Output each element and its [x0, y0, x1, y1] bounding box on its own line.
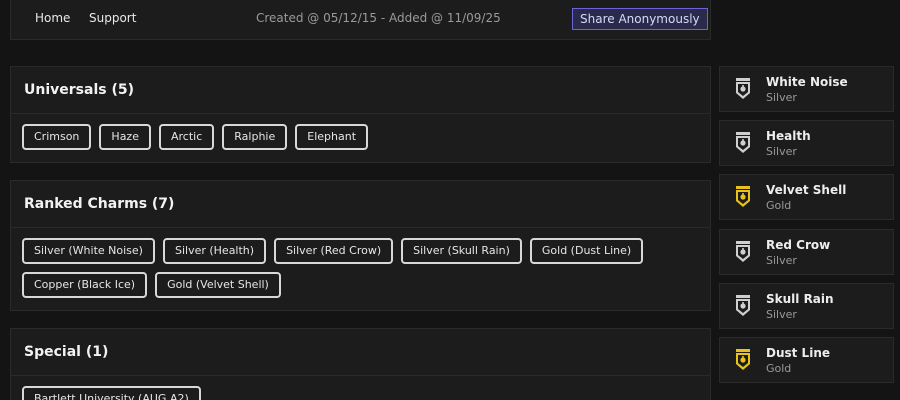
rank-shield-icon — [735, 78, 751, 104]
universals-title: Universals (5) — [11, 67, 710, 114]
charm-tier: Gold — [766, 199, 792, 212]
special-chip[interactable]: Bartlett University (AUG A2) — [22, 386, 201, 400]
special-title: Special (1) — [11, 329, 710, 376]
ranked-charms-list: Silver (White Noise) Silver (Health) Sil… — [11, 228, 710, 306]
special-list: Bartlett University (AUG A2) — [11, 376, 710, 400]
rank-shield-icon — [735, 132, 751, 158]
universal-chip[interactable]: Haze — [99, 124, 151, 150]
ranked-charms-panel: Ranked Charms (7) Silver (White Noise) S… — [10, 180, 711, 311]
charm-name: Velvet Shell — [766, 183, 847, 197]
charm-name: Dust Line — [766, 346, 831, 360]
rank-shield-icon — [735, 241, 751, 267]
charm-name: White Noise — [766, 75, 848, 89]
special-panel: Special (1) Bartlett University (AUG A2) — [10, 328, 711, 400]
charm-card[interactable]: Health Silver — [719, 120, 894, 166]
universal-chip[interactable]: Ralphie — [222, 124, 288, 150]
universals-list: Crimson Haze Arctic Ralphie Elephant — [11, 114, 710, 158]
rank-shield-icon — [735, 186, 751, 212]
ranked-charm-chip[interactable]: Silver (Health) — [162, 238, 267, 264]
ranked-charm-chip[interactable]: Gold (Velvet Shell) — [155, 272, 281, 298]
universal-chip[interactable]: Elephant — [295, 124, 369, 150]
charm-name: Red Crow — [766, 238, 831, 252]
nav-support-link[interactable]: Support — [89, 11, 136, 25]
created-date-text: Created @ 05/12/15 - Added @ 11/09/25 — [256, 11, 501, 25]
charm-tier: Silver — [766, 91, 797, 104]
charm-card[interactable]: Skull Rain Silver — [719, 283, 894, 329]
ranked-charm-chip[interactable]: Copper (Black Ice) — [22, 272, 148, 298]
charm-card[interactable]: Red Crow Silver — [719, 229, 894, 275]
ranked-charm-chip[interactable]: Silver (Red Crow) — [274, 238, 394, 264]
charm-card[interactable]: White Noise Silver — [719, 66, 894, 112]
charm-name: Health — [766, 129, 811, 143]
ranked-charm-chip[interactable]: Gold (Dust Line) — [529, 238, 644, 264]
charm-tier: Silver — [766, 145, 797, 158]
top-bar: Home Support Created @ 05/12/15 - Added … — [10, 0, 711, 40]
charm-card[interactable]: Velvet Shell Gold — [719, 174, 894, 220]
universal-chip[interactable]: Arctic — [158, 124, 215, 150]
charm-tier: Gold — [766, 362, 792, 375]
nav-home-link[interactable]: Home — [35, 11, 70, 25]
ranked-charms-title: Ranked Charms (7) — [11, 181, 710, 228]
share-anonymously-button[interactable]: Share Anonymously — [572, 8, 708, 30]
charm-name: Skull Rain — [766, 292, 834, 306]
charm-tier: Silver — [766, 254, 797, 267]
ranked-charm-chip[interactable]: Silver (White Noise) — [22, 238, 155, 264]
universals-panel: Universals (5) Crimson Haze Arctic Ralph… — [10, 66, 711, 163]
universal-chip[interactable]: Crimson — [22, 124, 92, 150]
charm-tier: Silver — [766, 308, 797, 321]
ranked-charm-chip[interactable]: Silver (Skull Rain) — [401, 238, 522, 264]
rank-shield-icon — [735, 349, 751, 375]
rank-shield-icon — [735, 295, 751, 321]
charm-card[interactable]: Dust Line Gold — [719, 337, 894, 383]
